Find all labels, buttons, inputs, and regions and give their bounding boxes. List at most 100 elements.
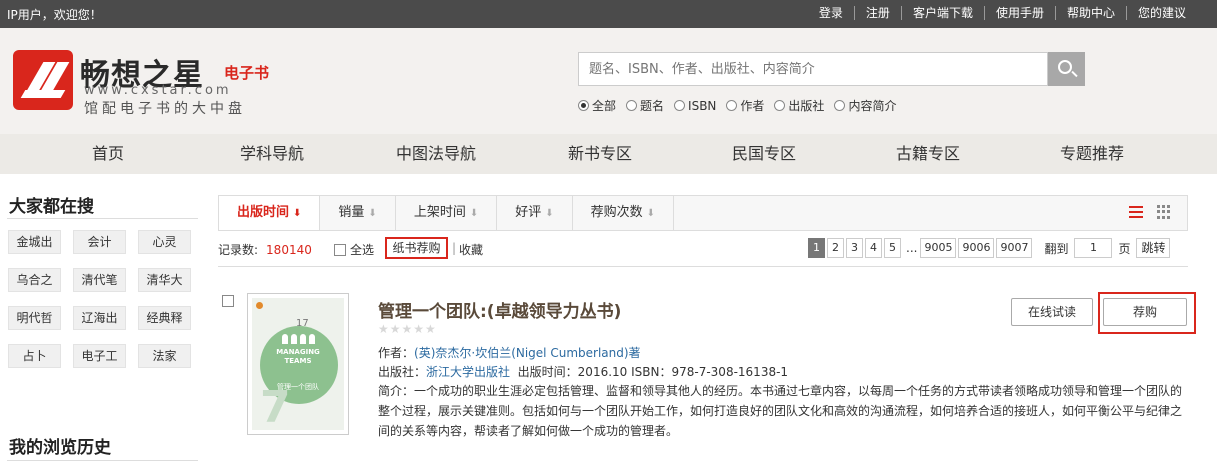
book-intro: 简介：一个成功的职业生涯必定包括管理、监督和领导其他人的经历。本书通过七章内容，…	[378, 384, 1183, 438]
tag-item[interactable]: 金城出	[8, 230, 61, 254]
author-link[interactable]: (英)奈杰尔·坎伯兰(Nigel Cumberland)著	[414, 346, 641, 360]
sort-arrow-icon: ⬇	[293, 208, 302, 219]
top-bar: IP用户，欢迎您！ 登录 注册 客户端下载 使用手册 帮助中心 您的建议	[0, 0, 1217, 28]
client-download-link[interactable]: 客户端下载	[900, 6, 984, 20]
page-ellipsis: ...	[906, 241, 918, 255]
sort-recommend-count[interactable]: 荐购次数 ⬇	[573, 196, 675, 230]
book-select-checkbox[interactable]	[222, 295, 234, 307]
nav-republic[interactable]: 民国专区	[682, 134, 846, 174]
sort-pub-date[interactable]: 出版时间 ⬇	[219, 196, 321, 230]
book-author: 作者：(英)奈杰尔·坎伯兰(Nigel Cumberland)著	[378, 346, 641, 360]
history-title: 我的浏览历史	[9, 438, 111, 458]
brand-logo-icon[interactable]	[13, 50, 73, 110]
grid-view-icon[interactable]	[1157, 205, 1171, 219]
welcome-text: IP用户，欢迎您！	[7, 8, 102, 22]
page-1[interactable]: 1	[808, 238, 825, 258]
header: 畅想之星 电子书 www.cxstar.com 馆配电子书的大中盘 全部 题名 …	[0, 28, 1217, 134]
top-links: 登录 注册 客户端下载 使用手册 帮助中心 您的建议	[808, 6, 1197, 20]
book-publisher-info: 出版社：浙江大学出版社 出版时间：2016.10 ISBN：978-7-308-…	[378, 365, 789, 379]
jump-page-input[interactable]: 1	[1074, 238, 1113, 258]
tag-item[interactable]: 会计	[73, 230, 126, 254]
search-button[interactable]	[1048, 52, 1085, 86]
search-option-author[interactable]: 作者	[726, 97, 764, 114]
tag-item[interactable]: 清代笔	[73, 268, 126, 292]
main-nav: 首页 学科导航 中图法导航 新书专区 民国专区 古籍专区 专题推荐	[0, 134, 1217, 174]
nav-clc[interactable]: 中图法导航	[354, 134, 518, 174]
help-center-link[interactable]: 帮助中心	[1054, 6, 1126, 20]
radio-icon	[834, 100, 846, 111]
search-input[interactable]	[578, 52, 1048, 86]
search-option-isbn[interactable]: ISBN	[674, 97, 716, 114]
register-link[interactable]: 注册	[853, 6, 901, 20]
tag-item[interactable]: 明代哲	[8, 306, 61, 330]
search-option-title[interactable]: 题名	[626, 97, 664, 114]
page-9007[interactable]: 9007	[996, 238, 1033, 258]
paper-recommend-button[interactable]: 纸书荐购	[385, 237, 448, 259]
jump-button[interactable]: 跳转	[1136, 238, 1171, 258]
sort-bar: 出版时间 ⬇ 销量 ⬇ 上架时间 ⬇ 好评 ⬇ 荐购次数 ⬇	[218, 195, 1188, 231]
login-link[interactable]: 登录	[808, 6, 854, 20]
team-people-icon	[282, 334, 315, 344]
search-option-intro[interactable]: 内容简介	[834, 97, 896, 114]
tag-item[interactable]: 辽海出	[73, 306, 126, 330]
radio-icon	[774, 100, 786, 111]
page-word: 页	[1118, 241, 1131, 256]
sort-rating[interactable]: 好评 ⬇	[497, 196, 573, 230]
radio-icon	[578, 100, 589, 111]
user-manual-link[interactable]: 使用手册	[983, 6, 1055, 20]
divider	[218, 266, 1188, 267]
tag-item[interactable]: 清华大	[138, 268, 191, 292]
page-5[interactable]: 5	[884, 238, 901, 258]
nav-ancient[interactable]: 古籍专区	[846, 134, 1010, 174]
brand-slogan: 馆配电子书的大中盘	[84, 101, 246, 117]
sort-arrow-icon: ⬇	[469, 208, 479, 219]
suggestion-link[interactable]: 您的建议	[1125, 6, 1197, 20]
nav-topics[interactable]: 专题推荐	[1010, 134, 1174, 174]
popular-tags: 金城出 会计 心灵 乌合之 清代笔 清华大 明代哲 辽海出 经典释 占卜 电子工…	[8, 230, 203, 382]
rating-stars: ★★★★★	[378, 322, 437, 336]
tag-item[interactable]: 经典释	[138, 306, 191, 330]
search-options: 全部 题名 ISBN 作者 出版社 内容简介	[578, 97, 906, 114]
tag-item[interactable]: 占卜	[8, 344, 61, 368]
popular-search-title: 大家都在搜	[9, 197, 94, 217]
cover-title-cn: 管理一个团队	[277, 383, 319, 391]
page-9006[interactable]: 9006	[958, 238, 995, 258]
brand-sub: 电子书	[224, 64, 270, 82]
select-all-checkbox[interactable]: 全选	[334, 241, 374, 258]
divider	[7, 460, 198, 461]
brand-url: www.cxstar.com	[84, 83, 232, 98]
recommend-purchase-button[interactable]: 荐购	[1103, 298, 1187, 326]
nav-subject[interactable]: 学科导航	[190, 134, 354, 174]
record-row: 记录数: 180140 全选 纸书荐购 | 收藏 1 2 3 4 5 ... 90…	[218, 237, 1188, 263]
separator: |	[452, 241, 457, 255]
page-3[interactable]: 3	[846, 238, 863, 258]
record-count: 记录数: 180140	[218, 243, 312, 257]
book-cover[interactable]: 17 MANAGING TEAMS 7 管理一个团队	[247, 293, 349, 435]
publisher-link[interactable]: 浙江大学出版社	[426, 365, 510, 379]
pub-date-isbn: 出版时间：2016.10 ISBN：978-7-308-16138-1	[517, 365, 789, 379]
tag-item[interactable]: 法家	[138, 344, 191, 368]
radio-icon	[674, 100, 686, 111]
jump-label: 翻到	[1044, 241, 1069, 256]
nav-new-books[interactable]: 新书专区	[518, 134, 682, 174]
search-option-all[interactable]: 全部	[578, 97, 616, 114]
page-2[interactable]: 2	[827, 238, 844, 258]
publisher-logo-icon	[256, 302, 263, 309]
checkbox-icon	[334, 243, 346, 256]
sort-sales[interactable]: 销量 ⬇	[320, 196, 396, 230]
search-option-publisher[interactable]: 出版社	[774, 97, 824, 114]
page-4[interactable]: 4	[865, 238, 882, 258]
sort-arrow-icon: ⬇	[545, 208, 554, 219]
book-title[interactable]: 管理一个团队:(卓越领导力丛书)	[378, 297, 621, 322]
tag-item[interactable]: 心灵	[138, 230, 191, 254]
tag-item[interactable]: 电子工	[73, 344, 126, 368]
sort-shelf-date[interactable]: 上架时间 ⬇	[396, 196, 498, 230]
nav-home[interactable]: 首页	[26, 134, 190, 174]
list-view-icon[interactable]	[1129, 206, 1143, 218]
page-9005[interactable]: 9005	[920, 238, 957, 258]
cover-title-en-1: MANAGING	[276, 348, 320, 356]
read-online-button[interactable]: 在线试读	[1011, 298, 1093, 326]
tag-item[interactable]: 乌合之	[8, 268, 61, 292]
radio-icon	[726, 100, 738, 111]
favorite-link[interactable]: 收藏	[459, 241, 483, 258]
